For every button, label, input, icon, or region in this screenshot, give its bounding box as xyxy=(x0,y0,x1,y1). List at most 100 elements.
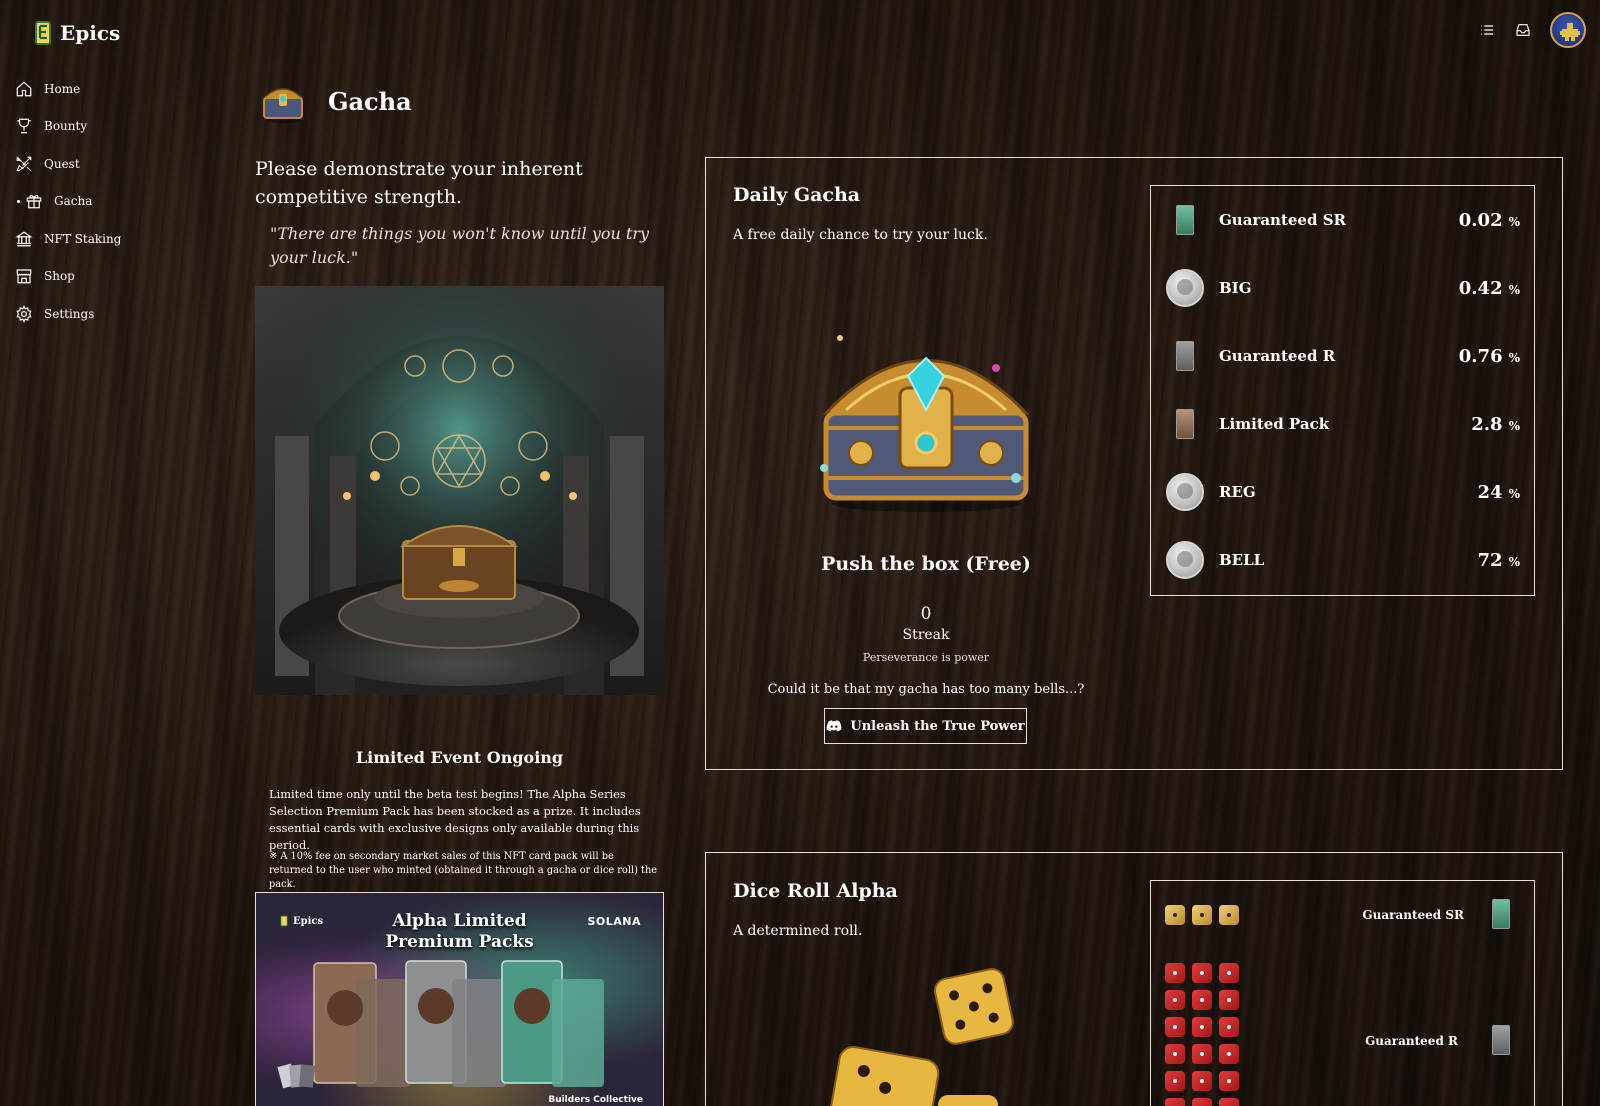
inbox-icon[interactable] xyxy=(1514,21,1532,39)
odds-name: REG xyxy=(1219,483,1256,501)
red-die xyxy=(1192,1098,1212,1106)
card-packs-illustration xyxy=(277,960,604,1089)
sidebar-item-shop[interactable]: Shop xyxy=(14,258,214,296)
odds-name: Guaranteed SR xyxy=(1219,211,1346,229)
avatar[interactable] xyxy=(1550,12,1586,48)
sidebar-item-gacha[interactable]: Gacha xyxy=(14,183,214,221)
avatar-figure-icon xyxy=(1560,23,1580,41)
sidebar-item-label: Settings xyxy=(44,306,95,321)
page-header: Gacha xyxy=(258,78,412,124)
odds-row: Limited Pack 2.8% xyxy=(1151,390,1534,458)
dice-roll-subtitle: A determined roll. xyxy=(733,923,863,939)
odds-row: Guaranteed R 0.76% xyxy=(1151,322,1534,390)
unleash-power-label: Unleash the True Power xyxy=(850,718,1025,734)
dice-odds-table: Guaranteed SR Guaranteed R xyxy=(1150,880,1535,1106)
daily-gacha-card: Daily Gacha A free daily chance to try y… xyxy=(705,157,1563,770)
intro-quote: "There are things you won't know until y… xyxy=(270,224,650,267)
gold-die xyxy=(1165,905,1185,925)
epics-logo-icon xyxy=(34,20,54,46)
red-die xyxy=(1219,990,1239,1010)
odds-row: BELL 72% xyxy=(1151,526,1534,594)
odds-value: 24% xyxy=(1477,481,1520,503)
sidebar-item-label: Quest xyxy=(44,156,80,171)
red-die xyxy=(1192,1044,1212,1064)
sidebar-nav: Home Bounty Quest Gacha NFT Staking Shop xyxy=(14,70,214,333)
dice-roll-button[interactable] xyxy=(826,963,1046,1106)
gear-icon xyxy=(14,304,34,324)
swords-icon xyxy=(14,154,34,174)
app-name: Epics xyxy=(60,21,121,45)
sidebar-item-label: Gacha xyxy=(54,194,93,209)
bells-text: Could it be that my gacha has too many b… xyxy=(767,682,1085,697)
gold-die xyxy=(1192,905,1212,925)
odds-row: REG 24% xyxy=(1151,458,1534,526)
red-die xyxy=(1219,1098,1239,1106)
red-die xyxy=(1165,1098,1185,1106)
odds-row: BIG 0.42% xyxy=(1151,254,1534,322)
list-icon[interactable] xyxy=(1478,21,1496,39)
red-die xyxy=(1219,1071,1239,1091)
dice-roll-card: Dice Roll Alpha A determined roll. Guara… xyxy=(705,852,1563,1106)
red-die xyxy=(1165,1017,1185,1037)
dice-roll-title: Dice Roll Alpha xyxy=(733,880,898,902)
gacha-chest-button[interactable] xyxy=(806,318,1046,518)
card-thumbnail xyxy=(1165,404,1205,444)
event-note: ※ A 10% fee on secondary market sales of… xyxy=(269,851,658,890)
dice-odds-label: Guaranteed SR xyxy=(1362,908,1464,922)
odds-value: 2.8% xyxy=(1471,413,1520,435)
event-description: Limited time only until the beta test be… xyxy=(269,787,641,852)
odds-name: Limited Pack xyxy=(1219,415,1330,433)
red-die xyxy=(1219,963,1239,983)
bank-icon xyxy=(14,229,34,249)
push-box-label: Push the box (Free) xyxy=(821,553,1031,575)
unleash-power-button[interactable]: Unleash the True Power xyxy=(824,708,1027,744)
active-indicator xyxy=(17,199,20,203)
red-die xyxy=(1165,1071,1185,1091)
store-icon xyxy=(14,266,34,286)
sidebar-item-home[interactable]: Home xyxy=(14,70,214,108)
red-die xyxy=(1219,1044,1239,1064)
card-thumbnail xyxy=(1165,336,1205,376)
red-die xyxy=(1219,1017,1239,1037)
sidebar-item-quest[interactable]: Quest xyxy=(14,145,214,183)
gacha-chest-icon xyxy=(262,88,304,123)
sidebar-item-settings[interactable]: Settings xyxy=(14,295,214,333)
streak-value: 0 xyxy=(920,604,932,624)
streak-label: Streak xyxy=(902,627,950,643)
alpha-pack-banner[interactable]: Epics Alpha Limited Premium Packs SOLANA… xyxy=(255,892,664,1106)
sidebar-item-label: Shop xyxy=(44,269,75,284)
app-logo[interactable]: Epics xyxy=(34,20,120,46)
red-die xyxy=(1165,1044,1185,1064)
odds-value: 0.02% xyxy=(1458,209,1520,231)
daily-gacha-subtitle: A free daily chance to try your luck. xyxy=(733,227,988,243)
home-icon xyxy=(14,79,34,99)
top-toolbar xyxy=(1478,12,1586,48)
odds-value: 72% xyxy=(1477,549,1520,571)
sidebar-item-label: Bounty xyxy=(44,119,88,134)
odds-name: BELL xyxy=(1219,551,1265,569)
discord-icon xyxy=(827,720,842,732)
sidebar-item-nft-staking[interactable]: NFT Staking xyxy=(14,220,214,258)
card-thumbnail xyxy=(1492,899,1510,929)
coin-thumbnail xyxy=(1165,540,1205,580)
sidebar-item-label: Home xyxy=(44,81,81,96)
gold-die xyxy=(1219,905,1239,925)
red-dice-grid xyxy=(1165,963,1239,1106)
odds-name: Guaranteed R xyxy=(1219,347,1336,365)
odds-row: Guaranteed SR 0.02% xyxy=(1151,186,1534,254)
coin-thumbnail xyxy=(1165,472,1205,512)
event-title: Limited Event Ongoing xyxy=(355,748,564,767)
page-title: Gacha xyxy=(328,86,412,116)
card-thumbnail xyxy=(1492,1025,1510,1055)
intro-lead: Please demonstrate your inherent competi… xyxy=(255,158,583,208)
odds-name: BIG xyxy=(1219,279,1252,297)
card-thumbnail xyxy=(1165,200,1205,240)
gacha-odds-table: Guaranteed SR 0.02% BIG 0.42% Guaranteed… xyxy=(1150,185,1535,596)
gift-icon xyxy=(24,191,44,211)
red-die xyxy=(1192,1071,1212,1091)
red-die xyxy=(1192,990,1212,1010)
daily-gacha-title: Daily Gacha xyxy=(733,184,861,206)
odds-value: 0.76% xyxy=(1458,345,1520,367)
banner-footer: Builders Collective xyxy=(548,1095,643,1105)
sidebar-item-bounty[interactable]: Bounty xyxy=(14,108,214,146)
